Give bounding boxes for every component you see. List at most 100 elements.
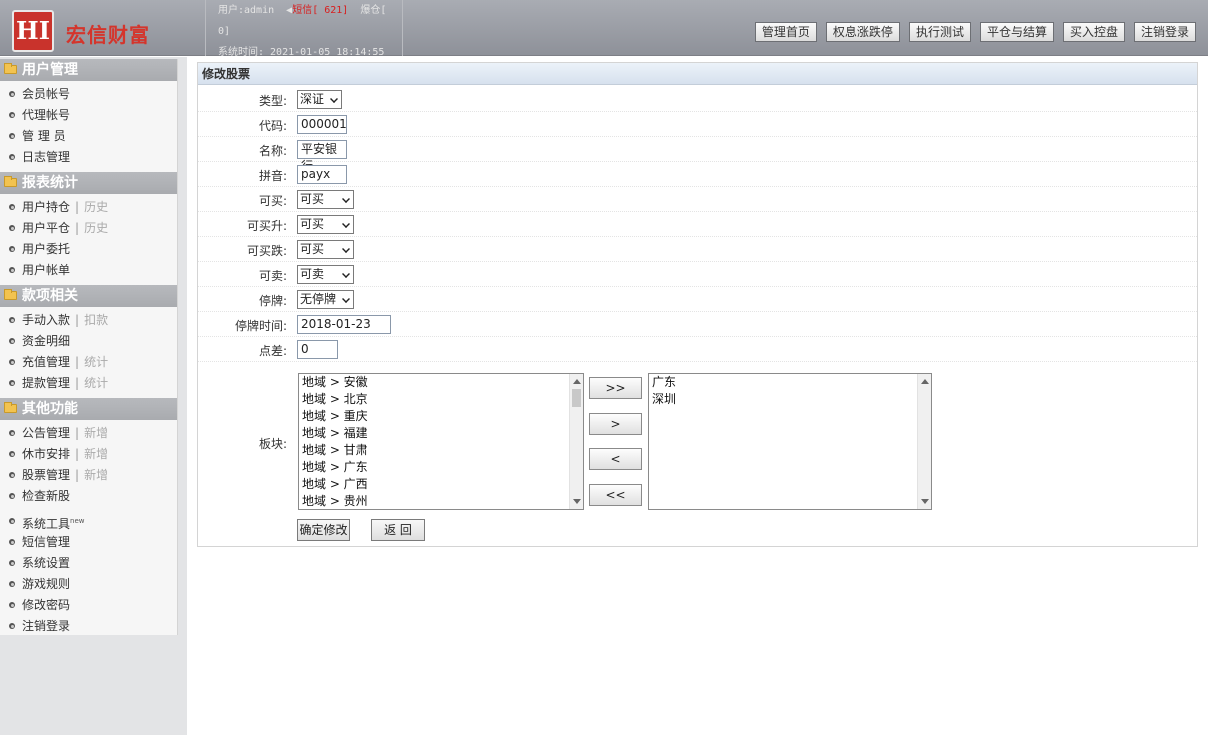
suspend-select[interactable]: 无停牌 (297, 290, 354, 309)
sidebar-item-holidays[interactable]: 休市安排 | 新增 (0, 444, 177, 465)
recharge-stats-link[interactable]: 统计 (84, 355, 108, 369)
sidebar-item-check-ipo[interactable]: 检查新股 (0, 486, 177, 507)
submit-button[interactable]: 确定修改 (297, 519, 350, 541)
scrollbar[interactable] (569, 374, 583, 509)
sidebar-item-bills[interactable]: 用户帐单 (0, 260, 177, 281)
available-sectors-list[interactable]: 地域 > 安徽 地域 > 北京 地域 > 重庆 地域 > 福建 地域 > 甘肃 … (298, 373, 584, 510)
name-input[interactable]: 平安银行 (297, 140, 347, 173)
sidebar-section-other[interactable]: 其他功能 (0, 398, 177, 420)
sidebar-item-recharge[interactable]: 充值管理 | 统计 (0, 352, 177, 373)
menu-label: 系统设置 (22, 556, 71, 570)
canbuyup-select[interactable]: 可买 (297, 215, 354, 234)
list-item[interactable]: 广东 (649, 374, 931, 391)
list-item[interactable]: 地域 > 福建 (299, 425, 583, 442)
positions-history-link[interactable]: 历史 (84, 200, 108, 214)
nav-settle-button[interactable]: 平仓与结算 (979, 22, 1054, 42)
move-all-right-button[interactable]: >> (589, 377, 642, 399)
sidebar-section-user[interactable]: 用户管理 (0, 59, 177, 81)
sms-link[interactable]: 短信[ 621] (292, 5, 348, 16)
burst-label[interactable]: 爆仓[ (360, 5, 386, 16)
closed-history-link[interactable]: 历史 (84, 221, 108, 235)
canbuy-select[interactable]: 可买 (297, 190, 354, 209)
canbuyup-value: 可买 (300, 217, 325, 231)
suspend-label: 停牌: (258, 294, 287, 308)
cansell-select[interactable]: 可卖 (297, 265, 354, 284)
sidebar-item-orders[interactable]: 用户委托 (0, 239, 177, 260)
move-all-left-button[interactable]: << (589, 484, 642, 506)
code-input[interactable]: 000001 (297, 115, 347, 134)
move-left-button[interactable]: < (589, 448, 642, 470)
bullet-icon (9, 317, 15, 323)
nav-home-button[interactable]: 管理首页 (754, 22, 817, 42)
system-time: 系统时间: 2021-01-05 18:14:55 (218, 47, 385, 56)
sidebar-item-sms[interactable]: 短信管理 (0, 532, 177, 553)
scroll-up-icon[interactable] (921, 379, 929, 384)
sidebar-item-logs[interactable]: 日志管理 (0, 147, 177, 168)
sidebar-item-agents[interactable]: 代理帐号 (0, 105, 177, 126)
sidebar-item-logout[interactable]: 注销登录 (0, 616, 177, 637)
suspend-time-input[interactable]: 2018-01-23 (297, 315, 391, 334)
page-title: 修改股票 (198, 63, 1197, 85)
holidays-add-link[interactable]: 新增 (84, 447, 108, 461)
nav-logout-button[interactable]: 注销登录 (1133, 22, 1196, 42)
menu-label: 充值管理 (22, 355, 71, 369)
chevron-down-icon (342, 245, 350, 253)
menu-label: 手动入款 (22, 313, 71, 327)
list-item[interactable]: 地域 > 广西 (299, 476, 583, 493)
chevron-down-icon (342, 195, 350, 203)
move-right-button[interactable]: > (589, 413, 642, 435)
status-panel: 用户:admin ◀短信[ 621] 爆仓[ 0] 系统时间: 2021-01-… (205, 0, 403, 56)
scroll-down-icon[interactable] (573, 499, 581, 504)
sidebar-item-admins[interactable]: 管 理 员 (0, 126, 177, 147)
nav-run-test-button[interactable]: 执行测试 (908, 22, 971, 42)
sidebar-item-closed[interactable]: 用户平仓 | 历史 (0, 218, 177, 239)
list-item[interactable]: 地域 > 贵州 (299, 493, 583, 510)
spread-input[interactable]: 0 (297, 340, 338, 359)
sidebar-item-stocks[interactable]: 股票管理 | 新增 (0, 465, 177, 486)
back-button[interactable]: 返 回 (371, 519, 425, 541)
sidebar-item-funds-detail[interactable]: 资金明细 (0, 331, 177, 352)
sidebar-item-password[interactable]: 修改密码 (0, 595, 177, 616)
nav-buy-control-button[interactable]: 买入控盘 (1062, 22, 1125, 42)
sidebar-item-tools[interactable]: 系统工具new (0, 511, 177, 532)
top-nav: 管理首页 权息涨跌停 执行测试 平仓与结算 买入控盘 注销登录 (754, 22, 1196, 42)
canbuy-value: 可买 (300, 192, 325, 206)
list-item[interactable]: 地域 > 重庆 (299, 408, 583, 425)
list-item[interactable]: 深圳 (649, 391, 931, 408)
menu-label: 休市安排 (22, 447, 71, 461)
menu-label: 系统工具 (22, 517, 71, 531)
scrollbar[interactable] (917, 374, 931, 509)
scroll-thumb[interactable] (572, 389, 581, 407)
menu-label: 代理帐号 (22, 108, 71, 122)
chevron-down-icon (330, 95, 338, 103)
scroll-up-icon[interactable] (573, 379, 581, 384)
form-row-cansell: 可卖: 可卖 (198, 262, 1197, 287)
list-item[interactable]: 地域 > 安徽 (299, 374, 583, 391)
pinyin-input[interactable]: payx (297, 165, 347, 184)
canbuydown-select[interactable]: 可买 (297, 240, 354, 259)
sidebar-item-notices[interactable]: 公告管理 | 新增 (0, 423, 177, 444)
sidebar-item-settings[interactable]: 系统设置 (0, 553, 177, 574)
list-item[interactable]: 地域 > 甘肃 (299, 442, 583, 459)
form-row-canbuydown: 可买跌: 可买 (198, 237, 1197, 262)
deduct-link[interactable]: 扣款 (84, 313, 108, 327)
sidebar-section-reports[interactable]: 报表统计 (0, 172, 177, 194)
bullet-icon (9, 246, 15, 252)
withdraw-stats-link[interactable]: 统计 (84, 376, 108, 390)
stocks-add-link[interactable]: 新增 (84, 468, 108, 482)
sidebar-item-withdraw[interactable]: 提款管理 | 统计 (0, 373, 177, 394)
type-select[interactable]: 深证 (297, 90, 342, 109)
sidebar-item-rules[interactable]: 游戏规则 (0, 574, 177, 595)
scroll-down-icon[interactable] (921, 499, 929, 504)
list-item[interactable]: 地域 > 北京 (299, 391, 583, 408)
sidebar-item-members[interactable]: 会员帐号 (0, 84, 177, 105)
sidebar-item-deposit[interactable]: 手动入款 | 扣款 (0, 310, 177, 331)
notices-add-link[interactable]: 新增 (84, 426, 108, 440)
nav-rights-limit-button[interactable]: 权息涨跌停 (825, 22, 900, 42)
section-title: 款项相关 (22, 288, 78, 304)
cansell-label: 可卖: (258, 269, 287, 283)
sidebar-item-positions[interactable]: 用户持仓 | 历史 (0, 197, 177, 218)
selected-sectors-list[interactable]: 广东 深圳 (648, 373, 932, 510)
list-item[interactable]: 地域 > 广东 (299, 459, 583, 476)
sidebar-section-funds[interactable]: 款项相关 (0, 285, 177, 307)
